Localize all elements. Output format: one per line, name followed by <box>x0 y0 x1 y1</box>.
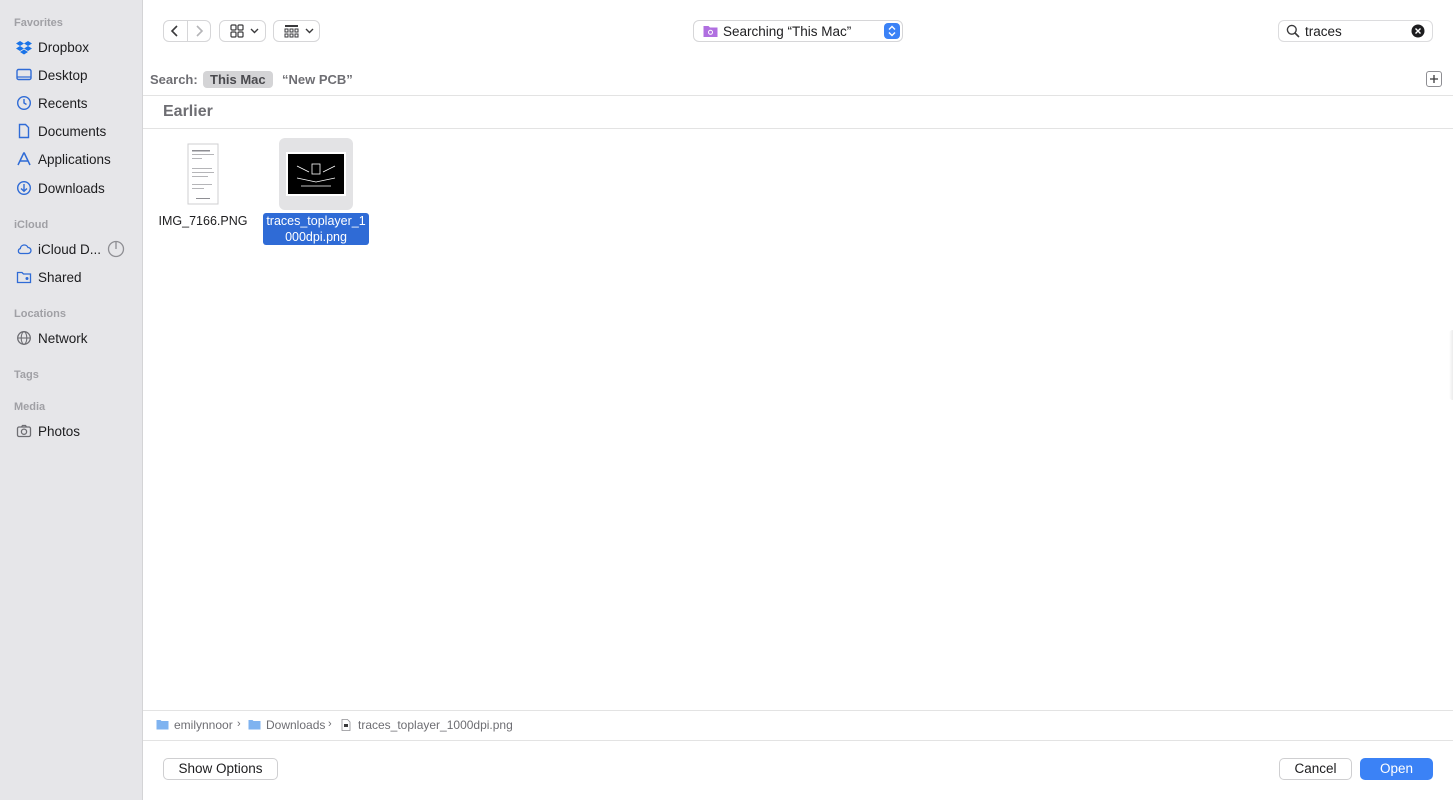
document-thumbnail-icon <box>187 143 219 205</box>
chevron-down-icon <box>250 28 259 34</box>
sidebar: Favorites Dropbox Desktop Recents Docume… <box>0 0 143 800</box>
sidebar-item-applications[interactable]: Applications <box>0 146 142 172</box>
window-edge-shadow <box>1449 330 1453 400</box>
chevron-right-icon <box>196 25 203 37</box>
sidebar-item-label: Applications <box>38 152 111 167</box>
sidebar-item-recents[interactable]: Recents <box>0 90 142 116</box>
search-input[interactable] <box>1305 23 1405 39</box>
group-grid-icon <box>284 25 299 38</box>
sync-progress-icon <box>107 240 125 258</box>
show-options-button[interactable]: Show Options <box>163 758 278 780</box>
search-scope-label: Search: <box>150 72 198 87</box>
group-by-button[interactable] <box>273 20 320 42</box>
home-folder-icon <box>156 720 169 730</box>
image-thumbnail-icon <box>286 152 346 196</box>
scope-new-pcb[interactable]: “New PCB” <box>282 72 353 87</box>
sidebar-item-documents[interactable]: Documents <box>0 118 142 144</box>
applications-icon <box>17 152 31 166</box>
chevron-down-icon <box>305 28 314 34</box>
path-segment-file[interactable]: traces_toplayer_1000dpi.png <box>358 718 513 732</box>
sidebar-item-photos[interactable]: Photos <box>0 418 142 444</box>
sidebar-item-network[interactable]: Network <box>0 325 142 351</box>
toolbar: Searching “This Mac” <box>143 0 1453 64</box>
plus-icon <box>1430 75 1438 83</box>
sidebar-item-label: Desktop <box>38 68 88 83</box>
sidebar-item-label: Dropbox <box>38 40 90 55</box>
sidebar-item-shared[interactable]: Shared <box>0 264 142 290</box>
path-chevron-icon: › <box>328 718 332 730</box>
path-segment-downloads[interactable]: Downloads <box>266 718 325 732</box>
scope-this-mac[interactable]: This Mac <box>203 71 273 88</box>
add-criteria-button[interactable] <box>1426 71 1442 87</box>
cancel-button[interactable]: Cancel <box>1279 758 1352 780</box>
sidebar-item-dropbox[interactable]: Dropbox <box>0 34 142 60</box>
section-tags: Tags <box>14 369 39 381</box>
file-thumbnail <box>166 138 240 210</box>
sidebar-item-desktop[interactable]: Desktop <box>0 62 142 88</box>
file-icon <box>341 719 351 731</box>
search-field[interactable] <box>1278 20 1433 42</box>
section-locations: Locations <box>14 308 66 320</box>
open-button[interactable]: Open <box>1360 758 1433 780</box>
file-name: traces_toplayer_1000dpi.png <box>261 213 371 245</box>
icon-view-button[interactable] <box>219 20 266 42</box>
selected-file-name: traces_toplayer_1000dpi.png <box>263 213 369 245</box>
sidebar-item-label: Downloads <box>38 181 105 196</box>
file-name: IMG_7166.PNG <box>158 214 248 228</box>
smart-folder-icon <box>703 26 718 37</box>
file-thumbnail <box>279 138 353 210</box>
search-icon <box>1286 24 1300 38</box>
sidebar-item-icloud-drive[interactable]: iCloud D... <box>0 236 142 262</box>
path-bar: emilynnoor › Downloads › traces_toplayer… <box>143 710 1453 741</box>
sidebar-item-label: iCloud D... <box>38 242 102 257</box>
downloads-folder-icon <box>248 720 261 730</box>
forward-button[interactable] <box>186 21 211 41</box>
group-header: Earlier <box>143 96 1453 129</box>
back-button[interactable] <box>164 21 187 41</box>
sidebar-item-label: Shared <box>38 270 82 285</box>
grid-icon <box>230 24 244 38</box>
sidebar-item-label: Photos <box>38 424 81 439</box>
popup-stepper-icon <box>884 23 900 39</box>
search-location-popup[interactable]: Searching “This Mac” <box>693 20 903 42</box>
shared-folder-icon <box>16 271 32 284</box>
section-favorites: Favorites <box>14 17 63 29</box>
camera-icon <box>16 424 32 438</box>
group-title: Earlier <box>163 103 213 120</box>
section-media: Media <box>14 401 46 413</box>
document-icon <box>18 123 30 139</box>
globe-icon <box>17 331 31 345</box>
sidebar-item-label: Documents <box>38 124 107 139</box>
clock-icon <box>16 95 32 111</box>
clear-search-icon[interactable] <box>1411 24 1425 38</box>
search-scope-bar: Search: This Mac “New PCB” <box>143 63 1453 96</box>
sidebar-item-label: Recents <box>38 96 88 111</box>
path-chevron-icon: › <box>237 718 241 730</box>
sidebar-item-label: Network <box>38 331 88 346</box>
chevron-left-icon <box>171 25 178 37</box>
path-segment-home[interactable]: emilynnoor <box>174 718 233 732</box>
search-location-label: Searching “This Mac” <box>723 24 852 39</box>
download-icon <box>16 180 32 196</box>
sidebar-item-downloads[interactable]: Downloads <box>0 175 142 201</box>
dropbox-icon <box>16 41 32 55</box>
section-icloud: iCloud <box>14 219 49 231</box>
desktop-icon <box>16 68 32 81</box>
cloud-icon <box>17 244 32 255</box>
navigation-buttons <box>163 20 211 42</box>
